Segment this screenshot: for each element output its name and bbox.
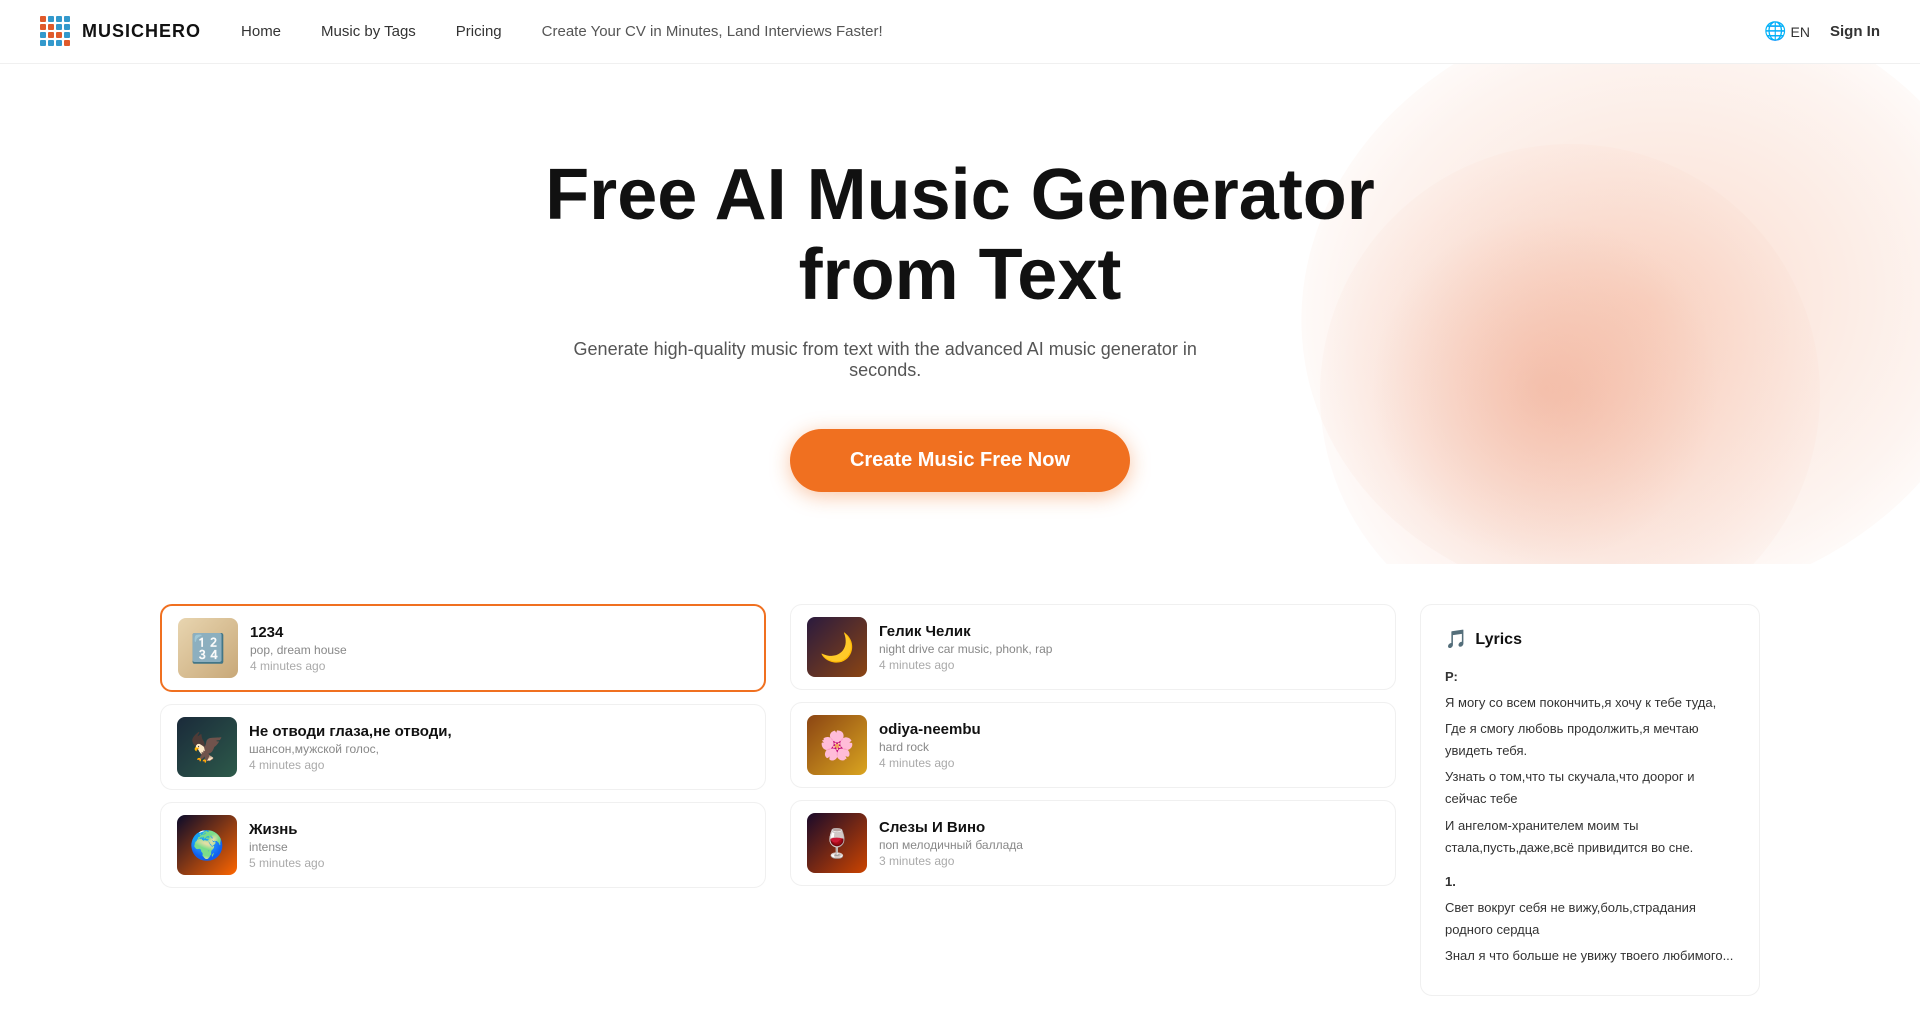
- music-thumb-odiya: 🌸: [807, 715, 867, 775]
- nav-right: 🌐 EN Sign In: [1764, 21, 1880, 42]
- lyrics-section-1: 1.: [1445, 871, 1735, 893]
- music-tags-gelik: night drive car music, phonk, rap: [879, 642, 1379, 656]
- hero-subtitle: Generate high-quality music from text wi…: [545, 339, 1225, 381]
- sign-in-button[interactable]: Sign In: [1830, 23, 1880, 40]
- hero-title: Free AI Music Generator from Text: [545, 156, 1375, 314]
- music-card-slezy[interactable]: 🍷 Слезы И Вино поп мелодичный баллада 3 min…: [790, 800, 1396, 886]
- music-thumb-slezy: 🍷: [807, 813, 867, 873]
- lyrics-line-1-2: Знал я что больше не увижу твоего любимо…: [1445, 945, 1735, 967]
- lyrics-line-1-1: Свет вокруг себя не вижу,боль,страдания …: [1445, 897, 1735, 941]
- music-title-odiya: odiya-neembu: [879, 721, 1379, 738]
- music-info-gelik: Гелик Челик night drive car music, phonk,…: [879, 623, 1379, 672]
- music-section: 🔢1234pop, dream house4 minutes ago🦅Не от…: [0, 564, 1920, 1036]
- logo-icon: [40, 16, 72, 48]
- nav-music-by-tags[interactable]: Music by Tags: [321, 23, 416, 40]
- music-info-zhizn: Жизнь intense 5 minutes ago: [249, 821, 749, 870]
- music-info-odiya: odiya-neembu hard rock 4 minutes ago: [879, 721, 1379, 770]
- music-lists: 🔢1234pop, dream house4 minutes ago🦅Не от…: [160, 604, 1396, 996]
- music-thumb-ne-otvodi: 🦅: [177, 717, 237, 777]
- lyrics-panel: 🎵 Lyrics Р: Я могу со всем покончить,я х…: [1420, 604, 1760, 996]
- music-tags-zhizn: intense: [249, 840, 749, 854]
- music-time-odiya: 4 minutes ago: [879, 756, 1379, 770]
- lyrics-content: Р: Я могу со всем покончить,я хочу к теб…: [1445, 666, 1735, 967]
- music-note-icon: 🎵: [1445, 629, 1467, 650]
- music-info-slezy: Слезы И Вино поп мелодичный баллада 3 minu…: [879, 819, 1379, 868]
- lyrics-line-r3: Узнать о том,что ты скучала,что доорог и…: [1445, 766, 1735, 810]
- music-card-ne-otvodi[interactable]: 🦅 Не отводи глаза,не отводи, шансон,мужско…: [160, 704, 766, 790]
- music-card-zhizn[interactable]: 🌍 Жизнь intense 5 minutes ago: [160, 802, 766, 888]
- music-tags-ne-otvodi: шансон,мужской голос,: [249, 742, 749, 756]
- create-music-button[interactable]: Create Music Free Now: [790, 429, 1130, 492]
- navbar: MUSICHERO Home Music by Tags Pricing Cre…: [0, 0, 1920, 64]
- music-card-1234[interactable]: 🔢 1234 pop, dream house 4 minutes ago: [160, 604, 766, 692]
- music-col-right: 🌙 Гелик Челик night drive car music, phonk…: [790, 604, 1396, 996]
- music-time-slezy: 3 minutes ago: [879, 854, 1379, 868]
- music-title-gelik: Гелик Челик: [879, 623, 1379, 640]
- music-title-zhizn: Жизнь: [249, 821, 749, 838]
- nav-home[interactable]: Home: [241, 23, 281, 40]
- music-time-1234: 4 minutes ago: [250, 659, 748, 673]
- music-card-gelik[interactable]: 🌙 Гелик Челик night drive car music, phonk…: [790, 604, 1396, 690]
- lyrics-line-r4: И ангелом-хранителем моим ты стала,пусть…: [1445, 815, 1735, 859]
- music-tags-odiya: hard rock: [879, 740, 1379, 754]
- nav-promo: Create Your CV in Minutes, Land Intervie…: [542, 23, 883, 40]
- logo-text: MUSICHERO: [82, 21, 201, 42]
- language-label: EN: [1791, 24, 1810, 40]
- music-time-gelik: 4 minutes ago: [879, 658, 1379, 672]
- music-title-ne-otvodi: Не отводи глаза,не отводи,: [249, 723, 749, 740]
- music-info-1234: 1234 pop, dream house 4 minutes ago: [250, 624, 748, 673]
- music-card-odiya[interactable]: 🌸 odiya-neembu hard rock 4 minutes ago: [790, 702, 1396, 788]
- nav-pricing[interactable]: Pricing: [456, 23, 502, 40]
- translate-icon: 🌐: [1764, 21, 1786, 42]
- music-tags-slezy: поп мелодичный баллада: [879, 838, 1379, 852]
- lyrics-header: 🎵 Lyrics: [1445, 629, 1735, 650]
- lyrics-line-r2: Где я смогу любовь продолжить,я мечтаю у…: [1445, 718, 1735, 762]
- language-selector[interactable]: 🌐 EN: [1764, 21, 1810, 42]
- music-thumb-1234: 🔢: [178, 618, 238, 678]
- music-thumb-gelik: 🌙: [807, 617, 867, 677]
- music-info-ne-otvodi: Не отводи глаза,не отводи, шансон,мужской…: [249, 723, 749, 772]
- music-thumb-zhizn: 🌍: [177, 815, 237, 875]
- hero-content: Free AI Music Generator from Text Genera…: [545, 156, 1375, 491]
- music-time-ne-otvodi: 4 minutes ago: [249, 758, 749, 772]
- music-time-zhizn: 5 minutes ago: [249, 856, 749, 870]
- lyrics-title: Lyrics: [1475, 631, 1522, 649]
- music-tags-1234: pop, dream house: [250, 643, 748, 657]
- music-title-1234: 1234: [250, 624, 748, 641]
- logo[interactable]: MUSICHERO: [40, 16, 201, 48]
- lyrics-line-r1: Я могу со всем покончить,я хочу к тебе т…: [1445, 692, 1735, 714]
- music-title-slezy: Слезы И Вино: [879, 819, 1379, 836]
- lyrics-section-r: Р:: [1445, 666, 1735, 688]
- hero-section: Free AI Music Generator from Text Genera…: [0, 64, 1920, 564]
- music-col-left: 🔢1234pop, dream house4 minutes ago🦅Не от…: [160, 604, 766, 996]
